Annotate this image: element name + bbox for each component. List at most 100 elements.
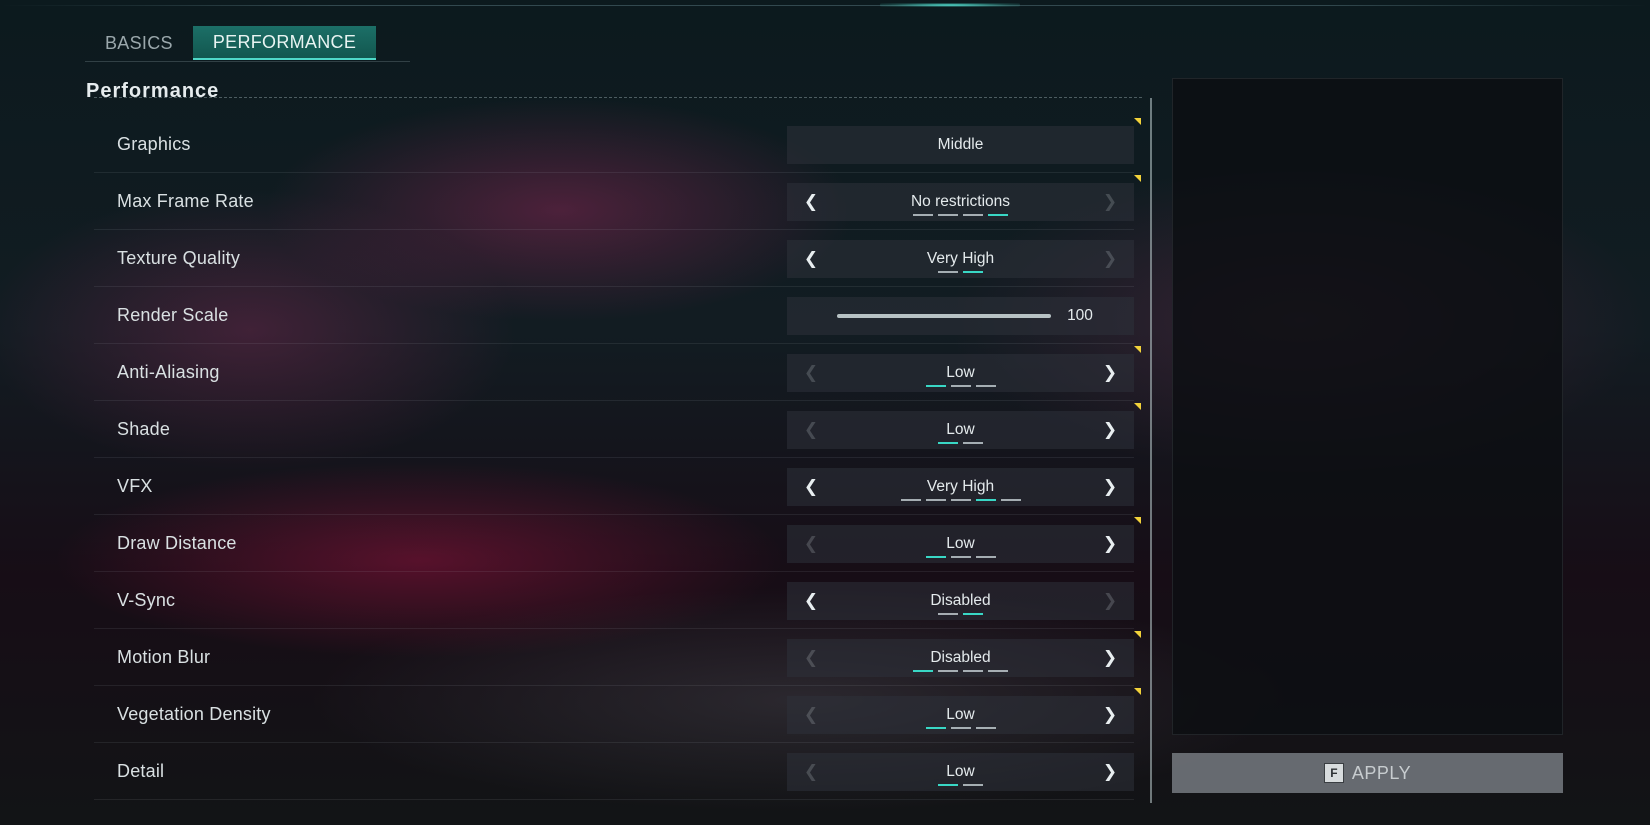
setting-row-texture-quality: Texture Quality Very High ❮ ❯ — [94, 230, 1134, 287]
tab-basics[interactable]: BASICS — [85, 26, 193, 60]
tab-bar-underline — [85, 61, 410, 62]
option-tick — [913, 214, 933, 216]
option-indicator-vegetation-density — [787, 727, 1134, 729]
setting-label-detail: Detail — [117, 761, 165, 781]
setting-row-max-frame-rate: Max Frame Rate No restrictions ❮ ❯ — [94, 173, 1141, 230]
apply-button[interactable]: F APPLY — [1172, 753, 1563, 793]
top-divider-line — [0, 5, 1650, 6]
setting-row-shade: Shade Low ❮ ❯ — [94, 401, 1141, 458]
keybind-f-icon: F — [1323, 763, 1344, 783]
option-indicator-draw-distance — [787, 556, 1134, 558]
option-tick — [950, 385, 971, 387]
option-indicator-v-sync — [787, 613, 1134, 615]
option-tick — [963, 271, 983, 273]
option-indicator-max-frame-rate — [787, 214, 1134, 216]
setting-row-motion-blur: Motion Blur Disabled ❮ ❯ — [94, 629, 1141, 686]
option-tick — [938, 784, 958, 786]
option-tick — [975, 727, 996, 729]
setting-row-vfx: VFX Very High ❮ ❯ — [94, 458, 1134, 515]
option-tick — [913, 670, 933, 672]
option-tick — [938, 670, 958, 672]
option-tick — [925, 727, 946, 729]
setting-label-anti-aliasing: Anti-Aliasing — [117, 362, 220, 382]
setting-value-v-sync: Disabled — [930, 592, 991, 609]
setting-row-v-sync: V-Sync Disabled ❮ ❯ — [94, 572, 1134, 629]
setting-value-graphics: Middle — [937, 136, 984, 153]
setting-label-draw-distance: Draw Distance — [117, 533, 237, 553]
setting-value-detail: Low — [946, 763, 975, 780]
option-tick — [975, 385, 996, 387]
selector-texture-quality[interactable]: Very High ❮ ❯ — [787, 240, 1134, 278]
option-tick — [925, 556, 946, 558]
option-tick — [950, 499, 971, 501]
tab-performance[interactable]: PERFORMANCE — [192, 26, 377, 60]
setting-label-max-frame-rate: Max Frame Rate — [117, 191, 254, 211]
settings-scrollbar[interactable] — [1150, 98, 1152, 803]
selector-anti-aliasing[interactable]: Low ❮ ❯ — [787, 346, 1141, 392]
changed-flag-icon — [1134, 403, 1141, 410]
changed-flag-icon — [1134, 118, 1141, 125]
option-tick — [938, 271, 958, 273]
option-tick — [950, 727, 971, 729]
slider-track-render-scale[interactable] — [837, 314, 1051, 318]
dropdown-graphics[interactable]: Middle — [787, 118, 1141, 164]
option-tick — [975, 556, 996, 558]
preview-panel — [1172, 78, 1563, 735]
slider-value-render-scale: 100 — [1067, 307, 1093, 324]
setting-value-vfx: Very High — [926, 478, 995, 495]
top-accent-glow — [880, 3, 1020, 7]
selector-detail[interactable]: Low ❮ ❯ — [787, 753, 1134, 791]
tab-bar: BASICS PERFORMANCE — [85, 26, 377, 60]
changed-flag-icon — [1134, 517, 1141, 524]
option-indicator-detail — [787, 784, 1134, 786]
setting-label-vfx: VFX — [117, 476, 153, 496]
option-tick — [963, 442, 983, 444]
option-tick — [1000, 499, 1021, 501]
changed-flag-icon — [1134, 631, 1141, 638]
option-tick — [963, 214, 983, 216]
changed-flag-icon — [1134, 175, 1141, 182]
selector-motion-blur[interactable]: Disabled ❮ ❯ — [787, 631, 1141, 677]
option-tick — [963, 670, 983, 672]
setting-label-graphics: Graphics — [117, 134, 191, 154]
option-tick — [975, 499, 996, 501]
option-indicator-vfx — [787, 499, 1134, 501]
settings-list: Graphics Middle Max Frame Rate No restricti… — [94, 116, 1141, 800]
selector-max-frame-rate[interactable]: No restrictions ❮ ❯ — [787, 175, 1141, 221]
option-tick — [938, 613, 958, 615]
option-tick — [938, 442, 958, 444]
apply-label: APPLY — [1351, 762, 1412, 783]
setting-value-motion-blur: Disabled — [930, 649, 991, 666]
setting-label-texture-quality: Texture Quality — [117, 248, 241, 268]
option-tick — [988, 670, 1008, 672]
slider-render-scale[interactable]: 100 — [787, 297, 1134, 335]
setting-value-draw-distance: Low — [946, 535, 975, 552]
setting-row-vegetation-density: Vegetation Density Low ❮ ❯ — [94, 686, 1141, 743]
selector-shade[interactable]: Low ❮ ❯ — [787, 403, 1141, 449]
selector-v-sync[interactable]: Disabled ❮ ❯ — [787, 582, 1134, 620]
selector-vfx[interactable]: Very High ❮ ❯ — [787, 468, 1134, 506]
option-tick — [900, 499, 921, 501]
option-tick — [925, 499, 946, 501]
section-header: Performance — [86, 74, 1142, 98]
option-indicator-motion-blur — [787, 670, 1134, 672]
option-tick — [963, 613, 983, 615]
selector-vegetation-density[interactable]: Low ❮ ❯ — [787, 688, 1141, 734]
section-divider — [94, 97, 1142, 98]
setting-row-detail: Detail Low ❮ ❯ — [94, 743, 1134, 800]
setting-value-shade: Low — [946, 421, 975, 438]
selector-draw-distance[interactable]: Low ❮ ❯ — [787, 517, 1141, 563]
option-tick — [950, 556, 971, 558]
option-indicator-anti-aliasing — [787, 385, 1134, 387]
setting-value-texture-quality: Very High — [926, 250, 995, 267]
setting-row-draw-distance: Draw Distance Low ❮ ❯ — [94, 515, 1141, 572]
option-indicator-texture-quality — [787, 271, 1134, 273]
setting-label-shade: Shade — [117, 419, 171, 439]
setting-value-max-frame-rate: No restrictions — [910, 193, 1011, 210]
option-indicator-shade — [787, 442, 1134, 444]
option-tick — [988, 214, 1008, 216]
changed-flag-icon — [1134, 346, 1141, 353]
setting-value-vegetation-density: Low — [946, 706, 975, 723]
setting-row-render-scale: Render Scale 100 — [94, 287, 1134, 344]
setting-row-graphics: Graphics Middle — [94, 116, 1141, 173]
